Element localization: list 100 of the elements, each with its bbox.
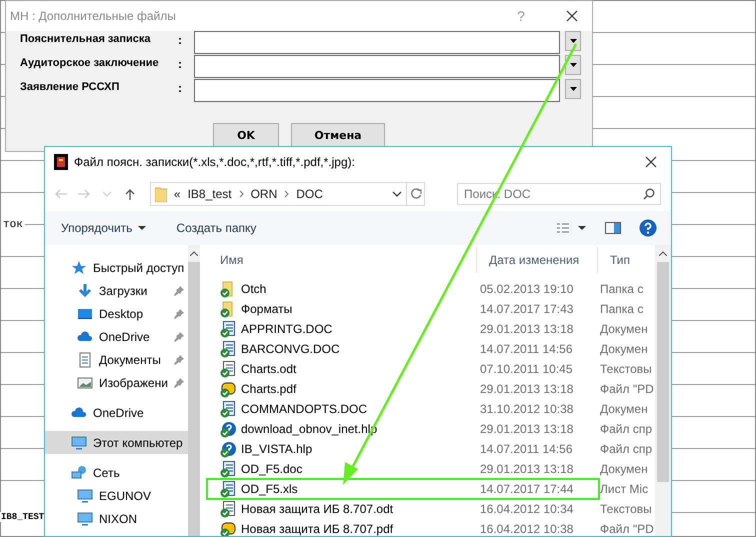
input-field[interactable] <box>194 55 560 78</box>
file-icon <box>220 500 236 518</box>
scrollbar[interactable] <box>655 245 671 536</box>
file-icon <box>220 320 236 338</box>
caret-icon <box>570 87 576 91</box>
window-title: Файл поясн. записки(*.xls,*.doc,*,rtf,*.tiff,*.pdf,*.jpg): <box>74 155 356 169</box>
type-cell-text: Папка с <box>600 302 644 316</box>
date-cell-text: 07.10.2011 10:45 <box>480 362 574 376</box>
file-name-cell[interactable]: OD_F5.doc <box>208 460 480 478</box>
date-cell-text: 05.02.2013 19:10 <box>480 282 574 296</box>
file-name-cell[interactable]: Форматы <box>208 300 480 318</box>
date-cell-text: 29.01.2013 13:18 <box>480 422 574 436</box>
scroll-up-icon <box>659 251 667 256</box>
type-cell-text: Докумен <box>600 402 649 416</box>
help-button[interactable] <box>639 219 657 237</box>
dropdown-button[interactable] <box>565 55 581 75</box>
scrollbar[interactable] <box>188 245 200 536</box>
type-cell: Файл "PD <box>600 382 655 396</box>
column-header[interactable]: Имя <box>208 247 477 273</box>
file-name-cell[interactable]: APPRINTG.DOC <box>208 320 480 338</box>
file-icon <box>220 380 236 398</box>
separator-text: : <box>178 32 183 47</box>
date-cell-text: 14.07.2017 17:43 <box>480 302 574 316</box>
arrow-right-icon <box>77 188 92 200</box>
breadcrumb-item[interactable]: DOC <box>296 187 323 201</box>
dialog-button[interactable]: Отмена <box>291 123 385 147</box>
file-name-cell[interactable]: COMMANDOPTS.DOC <box>208 400 480 418</box>
navigation-item[interactable]: Документы <box>45 348 188 371</box>
address-bar[interactable]: « IB8_test ORN DOC <box>150 182 408 206</box>
type-cell-text: Файл спр <box>600 442 654 456</box>
date-cell-text: 31.10.2012 10:38 <box>480 402 574 416</box>
field-label: Пояснительная записка <box>20 32 152 45</box>
computer-icon <box>77 510 93 526</box>
column-header[interactable]: Дата изменения <box>477 247 598 273</box>
navigation-item[interactable]: Сеть <box>45 461 188 484</box>
breadcrumb-item[interactable]: ORN <box>250 187 278 201</box>
navigation-item[interactable]: Загрузки <box>45 279 188 302</box>
type-cell: Файл "PD <box>600 522 655 536</box>
new-folder-button[interactable]: Создать папку <box>176 221 256 235</box>
background-text: IB8_TEST <box>0 512 46 522</box>
arrow-left-icon <box>54 188 68 200</box>
type-cell-text: Лист Mic <box>600 482 650 496</box>
navigation-item[interactable]: Этот компьютер <box>45 431 188 454</box>
type-cell-text: Докумен <box>600 342 649 356</box>
close-icon <box>566 10 578 22</box>
file-name-cell[interactable]: Новая защита ИБ 8.707.pdf <box>208 520 480 536</box>
file-name-cell[interactable]: BARCONVG.DOC <box>208 340 480 358</box>
document-icon <box>77 352 93 368</box>
caret-icon <box>138 226 146 230</box>
navigation-item[interactable]: NIXON <box>45 507 188 530</box>
date-cell-text: 29.01.2013 13:18 <box>480 322 574 336</box>
file-icon <box>220 420 236 438</box>
dialog-button[interactable]: OK <box>213 123 279 147</box>
date-cell-text: 16.04.2012 10:38 <box>480 522 574 536</box>
type-cell-text: Файл спр <box>600 422 654 436</box>
dropdown-button[interactable] <box>565 31 581 51</box>
navigation-item[interactable]: OneDrive <box>45 401 188 424</box>
file-name-cell[interactable]: Новая защита ИБ 8.707.odt <box>208 500 480 518</box>
refresh-button[interactable] <box>406 182 426 206</box>
input-field[interactable] <box>194 31 560 54</box>
computer-icon <box>71 434 87 450</box>
chevron-icon <box>238 190 244 198</box>
column-header[interactable]: Тип <box>598 247 655 273</box>
file-icon <box>220 340 236 358</box>
file-name-cell[interactable]: Charts.odt <box>208 360 480 378</box>
dropdown-button[interactable] <box>565 79 581 99</box>
computer-icon <box>77 488 93 504</box>
file-name-cell[interactable]: Charts.pdf <box>208 380 480 398</box>
date-cell-text: 29.01.2013 13:18 <box>480 462 574 476</box>
search-icon <box>643 188 656 200</box>
navigation-item[interactable]: Desktop <box>45 302 188 325</box>
chevron-icon <box>284 190 290 198</box>
file-name-cell[interactable]: IB_VISTA.hlp <box>208 440 480 458</box>
file-name-cell[interactable]: Otch <box>208 280 480 298</box>
navigation-item[interactable]: OneDrive <box>45 325 188 348</box>
file-icon <box>220 440 236 458</box>
type-cell-text: Докумен <box>600 462 649 476</box>
file-icon <box>220 400 236 418</box>
navigation-item[interactable]: Изображени <box>45 371 188 394</box>
navigation-item[interactable]: EGUNOV <box>45 484 188 507</box>
breadcrumb-overflow[interactable]: « <box>174 187 181 201</box>
view-options-button[interactable] <box>557 222 587 234</box>
type-cell-text: Текстовы <box>600 362 653 376</box>
breadcrumb-item[interactable]: IB8_test <box>188 187 232 201</box>
download-icon <box>77 282 93 298</box>
file-icon <box>220 360 236 378</box>
app-icon <box>54 154 68 170</box>
date-cell-text: 14.07.2011 14:56 <box>480 342 574 356</box>
type-cell-text: Докумен <box>600 322 649 336</box>
navigation-item[interactable]: Быстрый доступ <box>45 256 188 279</box>
input-field[interactable] <box>194 79 560 102</box>
field-label: Аудиторское заключение <box>20 56 160 69</box>
view-options-icon <box>557 222 587 234</box>
type-cell-text: Папка с <box>600 282 644 296</box>
file-icon <box>220 460 236 478</box>
caret-icon <box>570 39 576 43</box>
organize-button[interactable]: Упорядочить <box>61 221 146 235</box>
preview-pane-button[interactable] <box>605 222 621 234</box>
file-name-cell[interactable]: OD_F5.xls <box>208 480 480 498</box>
star-icon <box>71 260 87 276</box>
